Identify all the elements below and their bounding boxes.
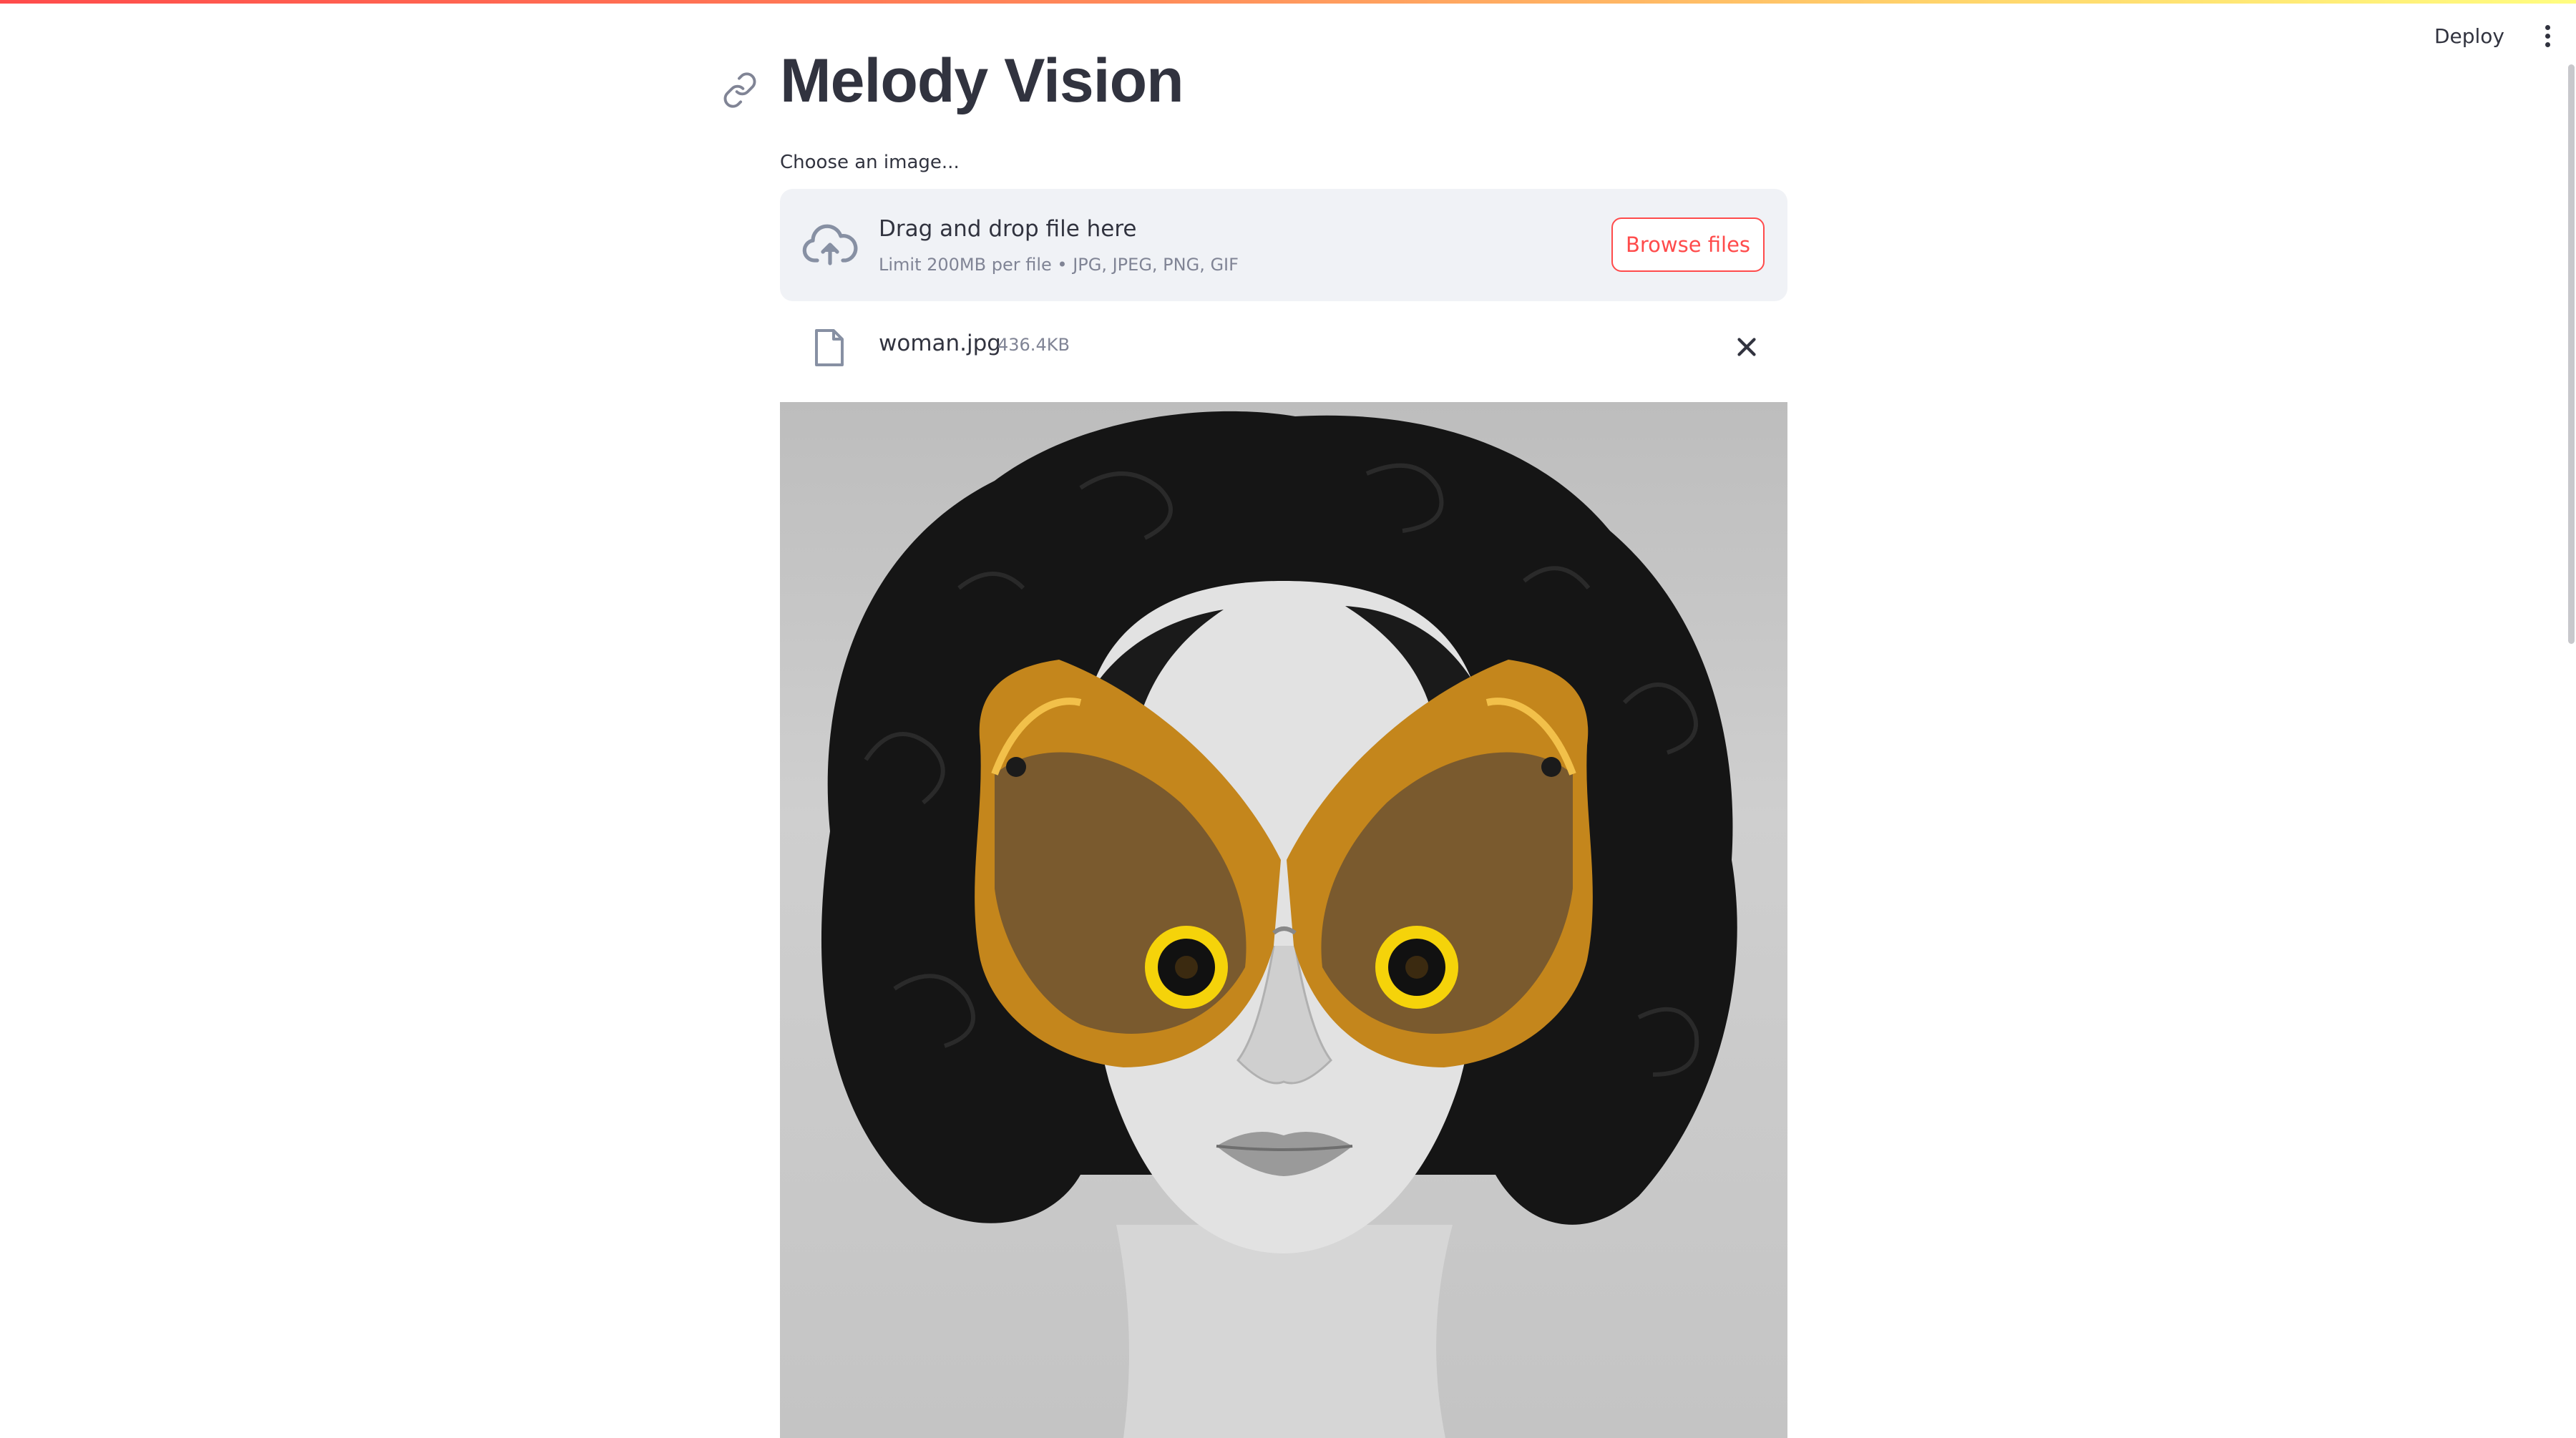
close-icon[interactable] — [1732, 332, 1762, 362]
scrollbar-thumb[interactable] — [2568, 64, 2575, 644]
header-toolbar: Deploy — [2427, 14, 2562, 57]
file-icon — [815, 329, 844, 366]
top-decoration-bar — [0, 0, 2576, 4]
deploy-button[interactable]: Deploy — [2427, 19, 2512, 54]
link-icon[interactable] — [721, 72, 758, 109]
uploaded-file-name: woman.jpg — [879, 331, 1001, 356]
uploaded-file-row: woman.jpg 436.4KB — [780, 315, 1787, 379]
file-dropzone[interactable]: Drag and drop file here Limit 200MB per … — [780, 189, 1787, 301]
scrollbar[interactable] — [2567, 64, 2576, 644]
dropzone-limit-text: Limit 200MB per file • JPG, JPEG, PNG, G… — [879, 255, 1239, 275]
kebab-menu-icon[interactable] — [2533, 18, 2562, 54]
cloud-upload-icon — [802, 224, 858, 265]
browse-files-button[interactable]: Browse files — [1611, 217, 1765, 272]
uploaded-file-size: 436.4KB — [997, 335, 1070, 355]
file-uploader-label: Choose an image... — [780, 152, 960, 173]
page-title: Melody Vision — [780, 47, 1184, 115]
uploaded-image-preview — [780, 402, 1787, 1438]
dropzone-instructions: Drag and drop file here — [879, 216, 1137, 242]
